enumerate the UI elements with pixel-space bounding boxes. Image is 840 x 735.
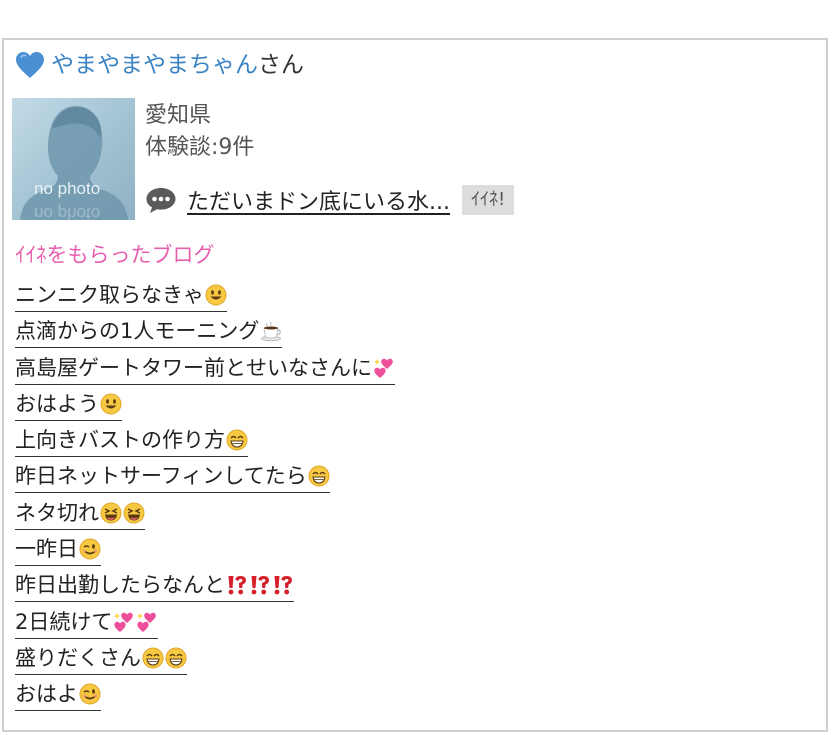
coffee-emoji-icon [260, 320, 282, 342]
blog-title: 一昨日 [15, 537, 78, 562]
profile-header: やまやまやまちゃん さん [15, 50, 304, 80]
laugh-emoji-icon [123, 502, 145, 524]
blog-list-item: 一昨日 [15, 534, 395, 570]
smile-emoji-icon [100, 393, 122, 415]
grin-emoji-icon [308, 465, 330, 487]
blog-link[interactable]: おはよ [15, 679, 101, 712]
blog-link[interactable]: 高島屋ゲートタワー前とせいなさんに [15, 353, 395, 385]
user-profile-card: やまやまやまちゃん さん no photo no photo 愛知県 体験談:9… [2, 38, 828, 732]
blog-title: 昨日出勤したらなんと [15, 573, 225, 598]
grin-emoji-icon [226, 429, 248, 451]
blog-title: おはよう [15, 391, 99, 416]
interrobang-emoji-icon [272, 574, 294, 596]
blog-title: 点滴からの1人モーニング [15, 319, 260, 344]
smile-emoji-icon [205, 284, 227, 306]
honorific-suffix: さん [258, 52, 304, 78]
blog-list-item: ネタ切れ [15, 498, 395, 534]
liked-blogs-list: ニンニク取らなきゃ点滴からの1人モーニング高島屋ゲートタワー前とせいなさんに おは… [15, 280, 395, 716]
laugh-emoji-icon [100, 502, 122, 524]
avatar[interactable]: no photo no photo [12, 98, 135, 220]
profile-section: no photo no photo 愛知県 体験談:9件 ただいまドン底にいる水… [12, 98, 822, 222]
latest-post-link[interactable]: ただいまドン底にいる水... [187, 184, 450, 216]
blog-title: 2日続けて [15, 609, 113, 634]
iine-button[interactable]: ｲｲﾈ! [461, 185, 515, 215]
blog-list-item: 上向きバストの作り方 [15, 425, 395, 461]
blog-list-item: 盛りだくさん [15, 643, 395, 679]
blog-title: 上向きバストの作り方 [15, 428, 225, 453]
blog-title: 盛りだくさん [15, 645, 141, 670]
blog-list-item: 高島屋ゲートタワー前とせいなさんに [15, 353, 395, 389]
blog-title: 昨日ネットサーフィンしてたら [15, 464, 307, 489]
blog-title: ニンニク取らなきゃ [15, 283, 204, 307]
wink-emoji-icon [79, 538, 101, 560]
liked-blogs-heading: ｲｲﾈをもらったブログ [15, 243, 215, 267]
two-hearts-emoji-icon [373, 357, 395, 379]
blog-list-item: ニンニク取らなきゃ [15, 280, 395, 316]
interrobang-emoji-icon [249, 574, 271, 596]
no-photo-text: no photo [34, 179, 100, 198]
blog-title: 高島屋ゲートタワー前とせいなさんに [15, 355, 372, 380]
blog-list-item: 昨日出勤したらなんと [15, 570, 395, 606]
blue-heart-icon [16, 52, 44, 78]
blog-link[interactable]: 昨日ネットサーフィンしてたら [15, 461, 330, 494]
speech-bubble-icon [146, 188, 176, 213]
svg-text:no photo: no photo [34, 204, 100, 220]
username-link[interactable]: やまやまやまちゃん [51, 50, 258, 80]
blog-link[interactable]: ニンニク取らなきゃ [15, 280, 227, 312]
prefecture: 愛知県 [145, 103, 212, 128]
blog-title: ネタ切れ [15, 500, 99, 525]
blog-list-item: おはよ [15, 679, 395, 715]
two-hearts-emoji-icon [136, 611, 158, 633]
grin-emoji-icon [165, 647, 187, 669]
blog-link[interactable]: 一昨日 [15, 534, 101, 567]
blog-list-item: おはよう [15, 389, 395, 425]
latest-post: ただいまドン底にいる水... ｲｲﾈ! [145, 182, 515, 218]
blog-link[interactable]: おはよう [15, 389, 122, 421]
blog-list-item: 2日続けて [15, 607, 395, 643]
blog-link[interactable]: 2日続けて [15, 607, 159, 639]
experience-count: 体験談:9件 [145, 135, 255, 160]
profile-info: 愛知県 体験談:9件 ただいまドン底にいる水... ｲｲﾈ! [145, 98, 795, 215]
blog-link[interactable]: ネタ切れ [15, 498, 145, 530]
blog-list-item: 点滴からの1人モーニング [15, 316, 395, 352]
blog-list-item: 昨日ネットサーフィンしてたら [15, 461, 395, 497]
blog-link[interactable]: 上向きバストの作り方 [15, 425, 248, 458]
wink-emoji-icon [79, 683, 101, 705]
no-photo-silhouette: no photo no photo [20, 106, 128, 220]
blog-link[interactable]: 昨日出勤したらなんと [15, 570, 294, 603]
grin-emoji-icon [142, 647, 164, 669]
interrobang-emoji-icon [226, 574, 248, 596]
two-hearts-emoji-icon [113, 611, 135, 633]
blog-title: おはよ [15, 682, 78, 707]
blog-link[interactable]: 盛りだくさん [15, 643, 187, 675]
blog-link[interactable]: 点滴からの1人モーニング [15, 316, 283, 349]
